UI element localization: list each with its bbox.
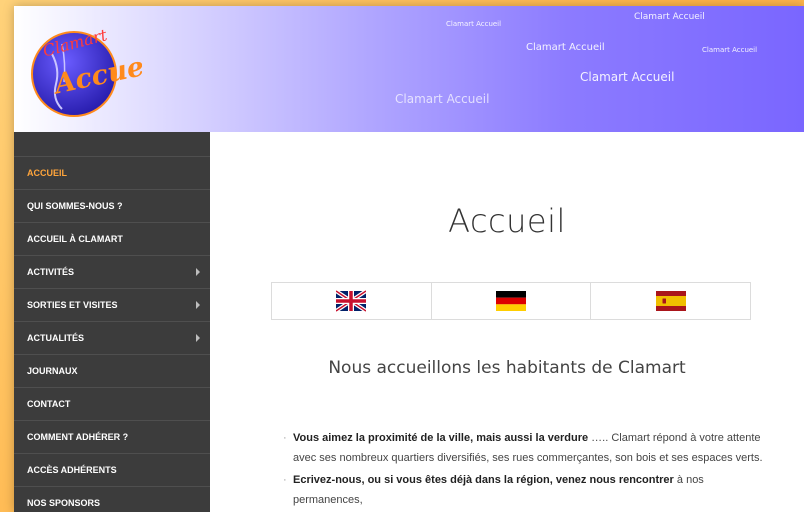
sidebar-menu: Accueil Qui sommes-nous ? Accueil à Clam… xyxy=(14,132,210,512)
intro-paragraph: · Vous aimez la proximité de la ville, m… xyxy=(283,428,773,468)
chevron-right-icon xyxy=(196,301,200,309)
floating-text: Clamart Accueil xyxy=(634,12,705,22)
site-header: Clamart Accueil Clamart Accueil Clamart … xyxy=(14,6,804,132)
menu-item-label: Accueil xyxy=(27,168,67,178)
menu-item-label: Sorties et visites xyxy=(27,300,118,310)
chevron-right-icon xyxy=(196,334,200,342)
menu-item-comment-adherer[interactable]: Comment adhérer ? xyxy=(14,420,210,452)
paragraph-bold: Ecrivez-nous, ou si vous êtes déjà dans … xyxy=(293,474,674,486)
page-frame: Clamart Accueil Clamart Accueil Clamart … xyxy=(14,6,804,512)
bullet-icon: · xyxy=(283,474,287,486)
bullet-icon: · xyxy=(283,432,287,444)
chevron-right-icon xyxy=(196,268,200,276)
menu-item-nos-sponsors[interactable]: Nos sponsors xyxy=(14,486,210,512)
language-german-link[interactable] xyxy=(430,283,591,319)
intro-paragraph: · Ecrivez-nous, ou si vous êtes déjà dan… xyxy=(283,470,773,510)
spain-flag-icon xyxy=(655,291,686,311)
menu-item-activites[interactable]: Activités xyxy=(14,255,210,287)
menu-item-sorties-et-visites[interactable]: Sorties et visites xyxy=(14,288,210,320)
united-kingdom-flag-icon xyxy=(336,289,367,313)
menu-item-qui-sommes-nous[interactable]: Qui sommes-nous ? xyxy=(14,189,210,221)
menu-item-contact[interactable]: Contact xyxy=(14,387,210,419)
menu-item-label: Contact xyxy=(27,399,71,409)
clamart-accueil-logo[interactable]: Clamart Accueil xyxy=(22,14,142,126)
floating-text: Clamart Accueil xyxy=(702,46,758,54)
floating-text: Clamart Accueil xyxy=(395,92,490,106)
germany-flag-icon xyxy=(496,291,526,311)
floating-text: Clamart Accueil xyxy=(526,42,605,53)
menu-item-journaux[interactable]: Journaux xyxy=(14,354,210,386)
menu-item-accueil[interactable]: Accueil xyxy=(14,156,210,188)
menu-item-label: Actualités xyxy=(27,333,84,343)
language-english-link[interactable] xyxy=(272,283,431,319)
menu-item-label: Activités xyxy=(27,267,75,277)
menu-item-label: Journaux xyxy=(27,366,78,376)
menu-item-label: Comment adhérer ? xyxy=(27,432,129,442)
menu-item-label: Qui sommes-nous ? xyxy=(27,201,123,211)
main-content: Accueil Nous accueillons les habitants d… xyxy=(210,132,804,512)
paragraph-bold: Vous aimez la proximité de la ville, mai… xyxy=(293,432,589,444)
menu-item-actualites[interactable]: Actualités xyxy=(14,321,210,353)
menu-item-label: Accueil à Clamart xyxy=(27,234,123,244)
language-flags xyxy=(271,282,751,320)
menu-item-label: Accès adhérents xyxy=(27,465,117,475)
intro-text: · Vous aimez la proximité de la ville, m… xyxy=(283,428,773,512)
menu-item-accueil-a-clamart[interactable]: Accueil à Clamart xyxy=(14,222,210,254)
language-spanish-link[interactable] xyxy=(590,283,750,319)
menu-item-label: Nos sponsors xyxy=(27,498,101,508)
menu-item-acces-adherents[interactable]: Accès adhérents xyxy=(14,453,210,485)
section-subtitle: Nous accueillons les habitants de Clamar… xyxy=(328,358,686,378)
floating-text: Clamart Accueil xyxy=(446,20,502,28)
page-title: Accueil xyxy=(448,202,566,240)
floating-text: Clamart Accueil xyxy=(580,70,675,84)
